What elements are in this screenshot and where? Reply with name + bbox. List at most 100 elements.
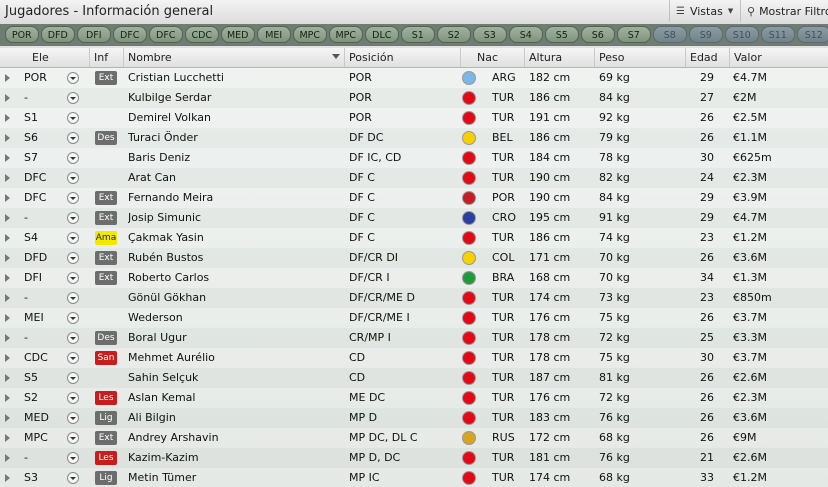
table-row[interactable]: MEI Wederson DF/CR/ME I TUR 176 cm 75 kg 26 €3.… (0, 308, 828, 328)
player-name[interactable]: Demirel Volkan (128, 108, 343, 128)
player-name[interactable]: Çakmak Yasin (128, 228, 343, 248)
table-row[interactable]: S2 Les Aslan Kemal ME DC TUR 176 cm 72 kg 26 €2.… (0, 388, 828, 408)
expand-arrow-icon[interactable] (5, 394, 10, 402)
col-posicion[interactable]: Posición (345, 48, 461, 67)
table-row[interactable]: S5 Sahin Selçuk CD TUR 187 cm 81 kg 26 €2.6M (0, 368, 828, 388)
expand-arrow-icon[interactable] (5, 254, 10, 262)
expand-arrow-icon[interactable] (5, 374, 10, 382)
table-row[interactable]: DFI Ext Roberto Carlos DF/CR I BRA 168 cm 70 k… (0, 268, 828, 288)
row-dropdown-icon[interactable] (67, 472, 79, 484)
player-name[interactable]: Andrey Arshavin (128, 428, 343, 448)
col-ele[interactable]: Ele (0, 48, 90, 67)
row-dropdown-icon[interactable] (67, 392, 79, 404)
player-name[interactable]: Boral Ugur (128, 328, 343, 348)
player-name[interactable]: Kazim-Kazim (128, 448, 343, 468)
expand-arrow-icon[interactable] (5, 294, 10, 302)
tab-s2[interactable]: S2 (437, 26, 471, 43)
row-dropdown-icon[interactable] (67, 172, 79, 184)
table-row[interactable]: DFC Ext Fernando Meira DF C POR 190 cm 84 kg 29… (0, 188, 828, 208)
row-dropdown-icon[interactable] (67, 112, 79, 124)
expand-arrow-icon[interactable] (5, 134, 10, 142)
expand-arrow-icon[interactable] (5, 414, 10, 422)
tab-s10[interactable]: S10 (725, 26, 759, 43)
row-dropdown-icon[interactable] (67, 452, 79, 464)
row-dropdown-icon[interactable] (67, 432, 79, 444)
tab-s4[interactable]: S4 (509, 26, 543, 43)
tab-s12[interactable]: S12 (797, 26, 828, 43)
expand-arrow-icon[interactable] (5, 174, 10, 182)
col-inf[interactable]: Inf (90, 48, 124, 67)
tab-s5[interactable]: S5 (545, 26, 579, 43)
player-name[interactable]: Ali Bilgin (128, 408, 343, 428)
row-dropdown-icon[interactable] (67, 372, 79, 384)
table-row[interactable]: S4 Ama Çakmak Yasin DF C TUR 186 cm 74 kg 23 €1.… (0, 228, 828, 248)
expand-arrow-icon[interactable] (5, 94, 10, 102)
player-name[interactable]: Gönül Gökhan (128, 288, 343, 308)
player-name[interactable]: Baris Deniz (128, 148, 343, 168)
expand-arrow-icon[interactable] (5, 74, 10, 82)
tab-dfc[interactable]: DFC (149, 26, 183, 43)
table-row[interactable]: S6 Des Turaci Önder DF DC BEL 186 cm 79 kg 26 €1… (0, 128, 828, 148)
table-row[interactable]: - Des Boral Ugur CR/MP I TUR 178 cm 72 kg 25 €3.… (0, 328, 828, 348)
tab-s9[interactable]: S9 (689, 26, 723, 43)
expand-arrow-icon[interactable] (5, 314, 10, 322)
row-dropdown-icon[interactable] (67, 132, 79, 144)
tab-dfi[interactable]: DFI (77, 26, 111, 43)
table-row[interactable]: DFD Ext Rubén Bustos DF/CR DI COL 171 cm 70 kg… (0, 248, 828, 268)
tab-s6[interactable]: S6 (581, 26, 615, 43)
tab-mei[interactable]: MEI (257, 26, 291, 43)
table-row[interactable]: S1 Demirel Volkan POR TUR 191 cm 92 kg 26 €2.5M (0, 108, 828, 128)
row-dropdown-icon[interactable] (67, 312, 79, 324)
expand-arrow-icon[interactable] (5, 474, 10, 482)
table-row[interactable]: - Gönül Gökhan DF/CR/ME D TUR 174 cm 73 kg 23 €… (0, 288, 828, 308)
row-dropdown-icon[interactable] (67, 272, 79, 284)
player-name[interactable]: Turaci Önder (128, 128, 343, 148)
col-edad[interactable]: Edad (686, 48, 730, 67)
views-button[interactable]: ☰ Vistas ▼ (669, 0, 739, 22)
player-name[interactable]: Aslan Kemal (128, 388, 343, 408)
row-dropdown-icon[interactable] (67, 352, 79, 364)
expand-arrow-icon[interactable] (5, 354, 10, 362)
table-row[interactable]: MED Lig Ali Bilgin MP D TUR 183 cm 76 kg 26 €3.6… (0, 408, 828, 428)
tab-s3[interactable]: S3 (473, 26, 507, 43)
player-name[interactable]: Arat Can (128, 168, 343, 188)
player-name[interactable]: Rubén Bustos (128, 248, 343, 268)
player-name[interactable]: Kulbilge Serdar (128, 88, 343, 108)
col-valor[interactable]: Valor (730, 48, 828, 67)
table-row[interactable]: - Les Kazim-Kazim MP D, DC TUR 181 cm 76 kg 21 €… (0, 448, 828, 468)
row-dropdown-icon[interactable] (67, 192, 79, 204)
table-row[interactable]: POR Ext Cristian Lucchetti POR ARG 182 cm 69 k… (0, 68, 828, 88)
player-name[interactable]: Fernando Meira (128, 188, 343, 208)
player-name[interactable]: Roberto Carlos (128, 268, 343, 288)
tab-mpc[interactable]: MPC (329, 26, 363, 43)
row-dropdown-icon[interactable] (67, 252, 79, 264)
row-dropdown-icon[interactable] (67, 152, 79, 164)
table-row[interactable]: - Ext Josip Simunic DF C CRO 195 cm 91 kg 29 €4.… (0, 208, 828, 228)
player-name[interactable]: Sahin Selçuk (128, 368, 343, 388)
row-dropdown-icon[interactable] (67, 332, 79, 344)
player-name[interactable]: Metin Tümer (128, 468, 343, 487)
col-peso[interactable]: Peso (595, 48, 686, 67)
expand-arrow-icon[interactable] (5, 214, 10, 222)
tab-s8[interactable]: S8 (653, 26, 687, 43)
expand-arrow-icon[interactable] (5, 454, 10, 462)
expand-arrow-icon[interactable] (5, 274, 10, 282)
player-name[interactable]: Cristian Lucchetti (128, 68, 343, 88)
table-row[interactable]: S7 Baris Deniz DF IC, CD TUR 184 cm 78 kg 30 €6… (0, 148, 828, 168)
col-nombre[interactable]: Nombre (124, 48, 345, 67)
expand-arrow-icon[interactable] (5, 154, 10, 162)
tab-cdc[interactable]: CDC (185, 26, 219, 43)
expand-arrow-icon[interactable] (5, 194, 10, 202)
tab-dfd[interactable]: DFD (41, 26, 75, 43)
player-name[interactable]: Josip Simunic (128, 208, 343, 228)
tab-s11[interactable]: S11 (761, 26, 795, 43)
tab-s7[interactable]: S7 (617, 26, 651, 43)
tab-med[interactable]: MED (221, 26, 255, 43)
table-row[interactable]: - Kulbilge Serdar POR TUR 186 cm 84 kg 27 €2M (0, 88, 828, 108)
player-name[interactable]: Wederson (128, 308, 343, 328)
expand-arrow-icon[interactable] (5, 114, 10, 122)
row-dropdown-icon[interactable] (67, 232, 79, 244)
table-row[interactable]: CDC San Mehmet Aurélio CD TUR 178 cm 75 kg 30 €3… (0, 348, 828, 368)
player-name[interactable]: Mehmet Aurélio (128, 348, 343, 368)
row-dropdown-icon[interactable] (67, 72, 79, 84)
